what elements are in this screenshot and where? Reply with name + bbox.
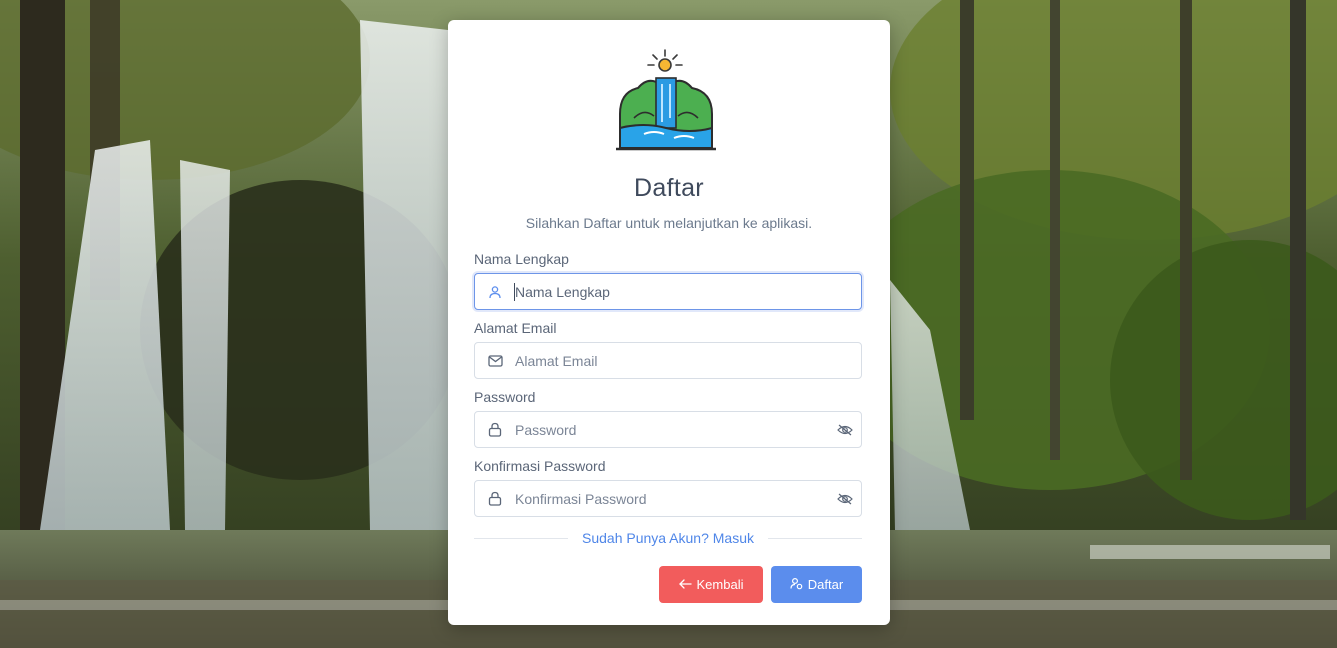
confirm-password-label: Konfirmasi Password	[474, 458, 606, 474]
page-title: Daftar	[634, 174, 704, 202]
register-button[interactable]: Daftar	[771, 566, 862, 603]
full-name-input[interactable]	[515, 283, 861, 300]
password-input[interactable]	[515, 421, 861, 438]
back-button[interactable]: Kembali	[659, 566, 763, 603]
email-input[interactable]	[515, 352, 861, 369]
email-input-box[interactable]	[474, 342, 862, 379]
mail-icon	[485, 351, 505, 371]
eye-off-icon[interactable]	[835, 489, 855, 509]
email-field: Alamat Email	[474, 320, 862, 379]
back-button-label: Kembali	[696, 577, 744, 592]
confirm-password-input-box[interactable]	[474, 480, 862, 517]
confirm-password-field: Konfirmasi Password	[474, 458, 862, 517]
password-input-box[interactable]	[474, 411, 862, 448]
user-cog-icon	[790, 577, 803, 593]
arrow-left-icon	[678, 577, 692, 592]
eye-off-icon[interactable]	[835, 420, 855, 440]
password-field: Password	[474, 389, 862, 448]
full-name-label: Nama Lengkap	[474, 251, 569, 267]
text-cursor	[514, 283, 515, 301]
register-button-label: Daftar	[807, 577, 844, 592]
lock-icon	[485, 420, 505, 440]
divider-line-right	[768, 537, 863, 539]
app-logo	[614, 48, 724, 154]
full-name-input-box[interactable]	[474, 273, 862, 310]
lock-icon	[485, 489, 505, 509]
full-name-field: Nama Lengkap	[474, 251, 862, 310]
user-icon	[485, 282, 505, 302]
password-label: Password	[474, 389, 536, 405]
divider-line-left	[474, 537, 568, 539]
page-subtitle: Silahkan Daftar untuk melanjutkan ke apl…	[525, 215, 813, 231]
register-card: Daftar Silahkan Daftar untuk melanjutkan…	[448, 20, 890, 625]
login-link[interactable]: Sudah Punya Akun? Masuk	[568, 530, 768, 546]
confirm-password-input[interactable]	[515, 490, 861, 507]
email-label: Alamat Email	[474, 320, 557, 336]
login-divider: Sudah Punya Akun? Masuk	[474, 530, 863, 546]
